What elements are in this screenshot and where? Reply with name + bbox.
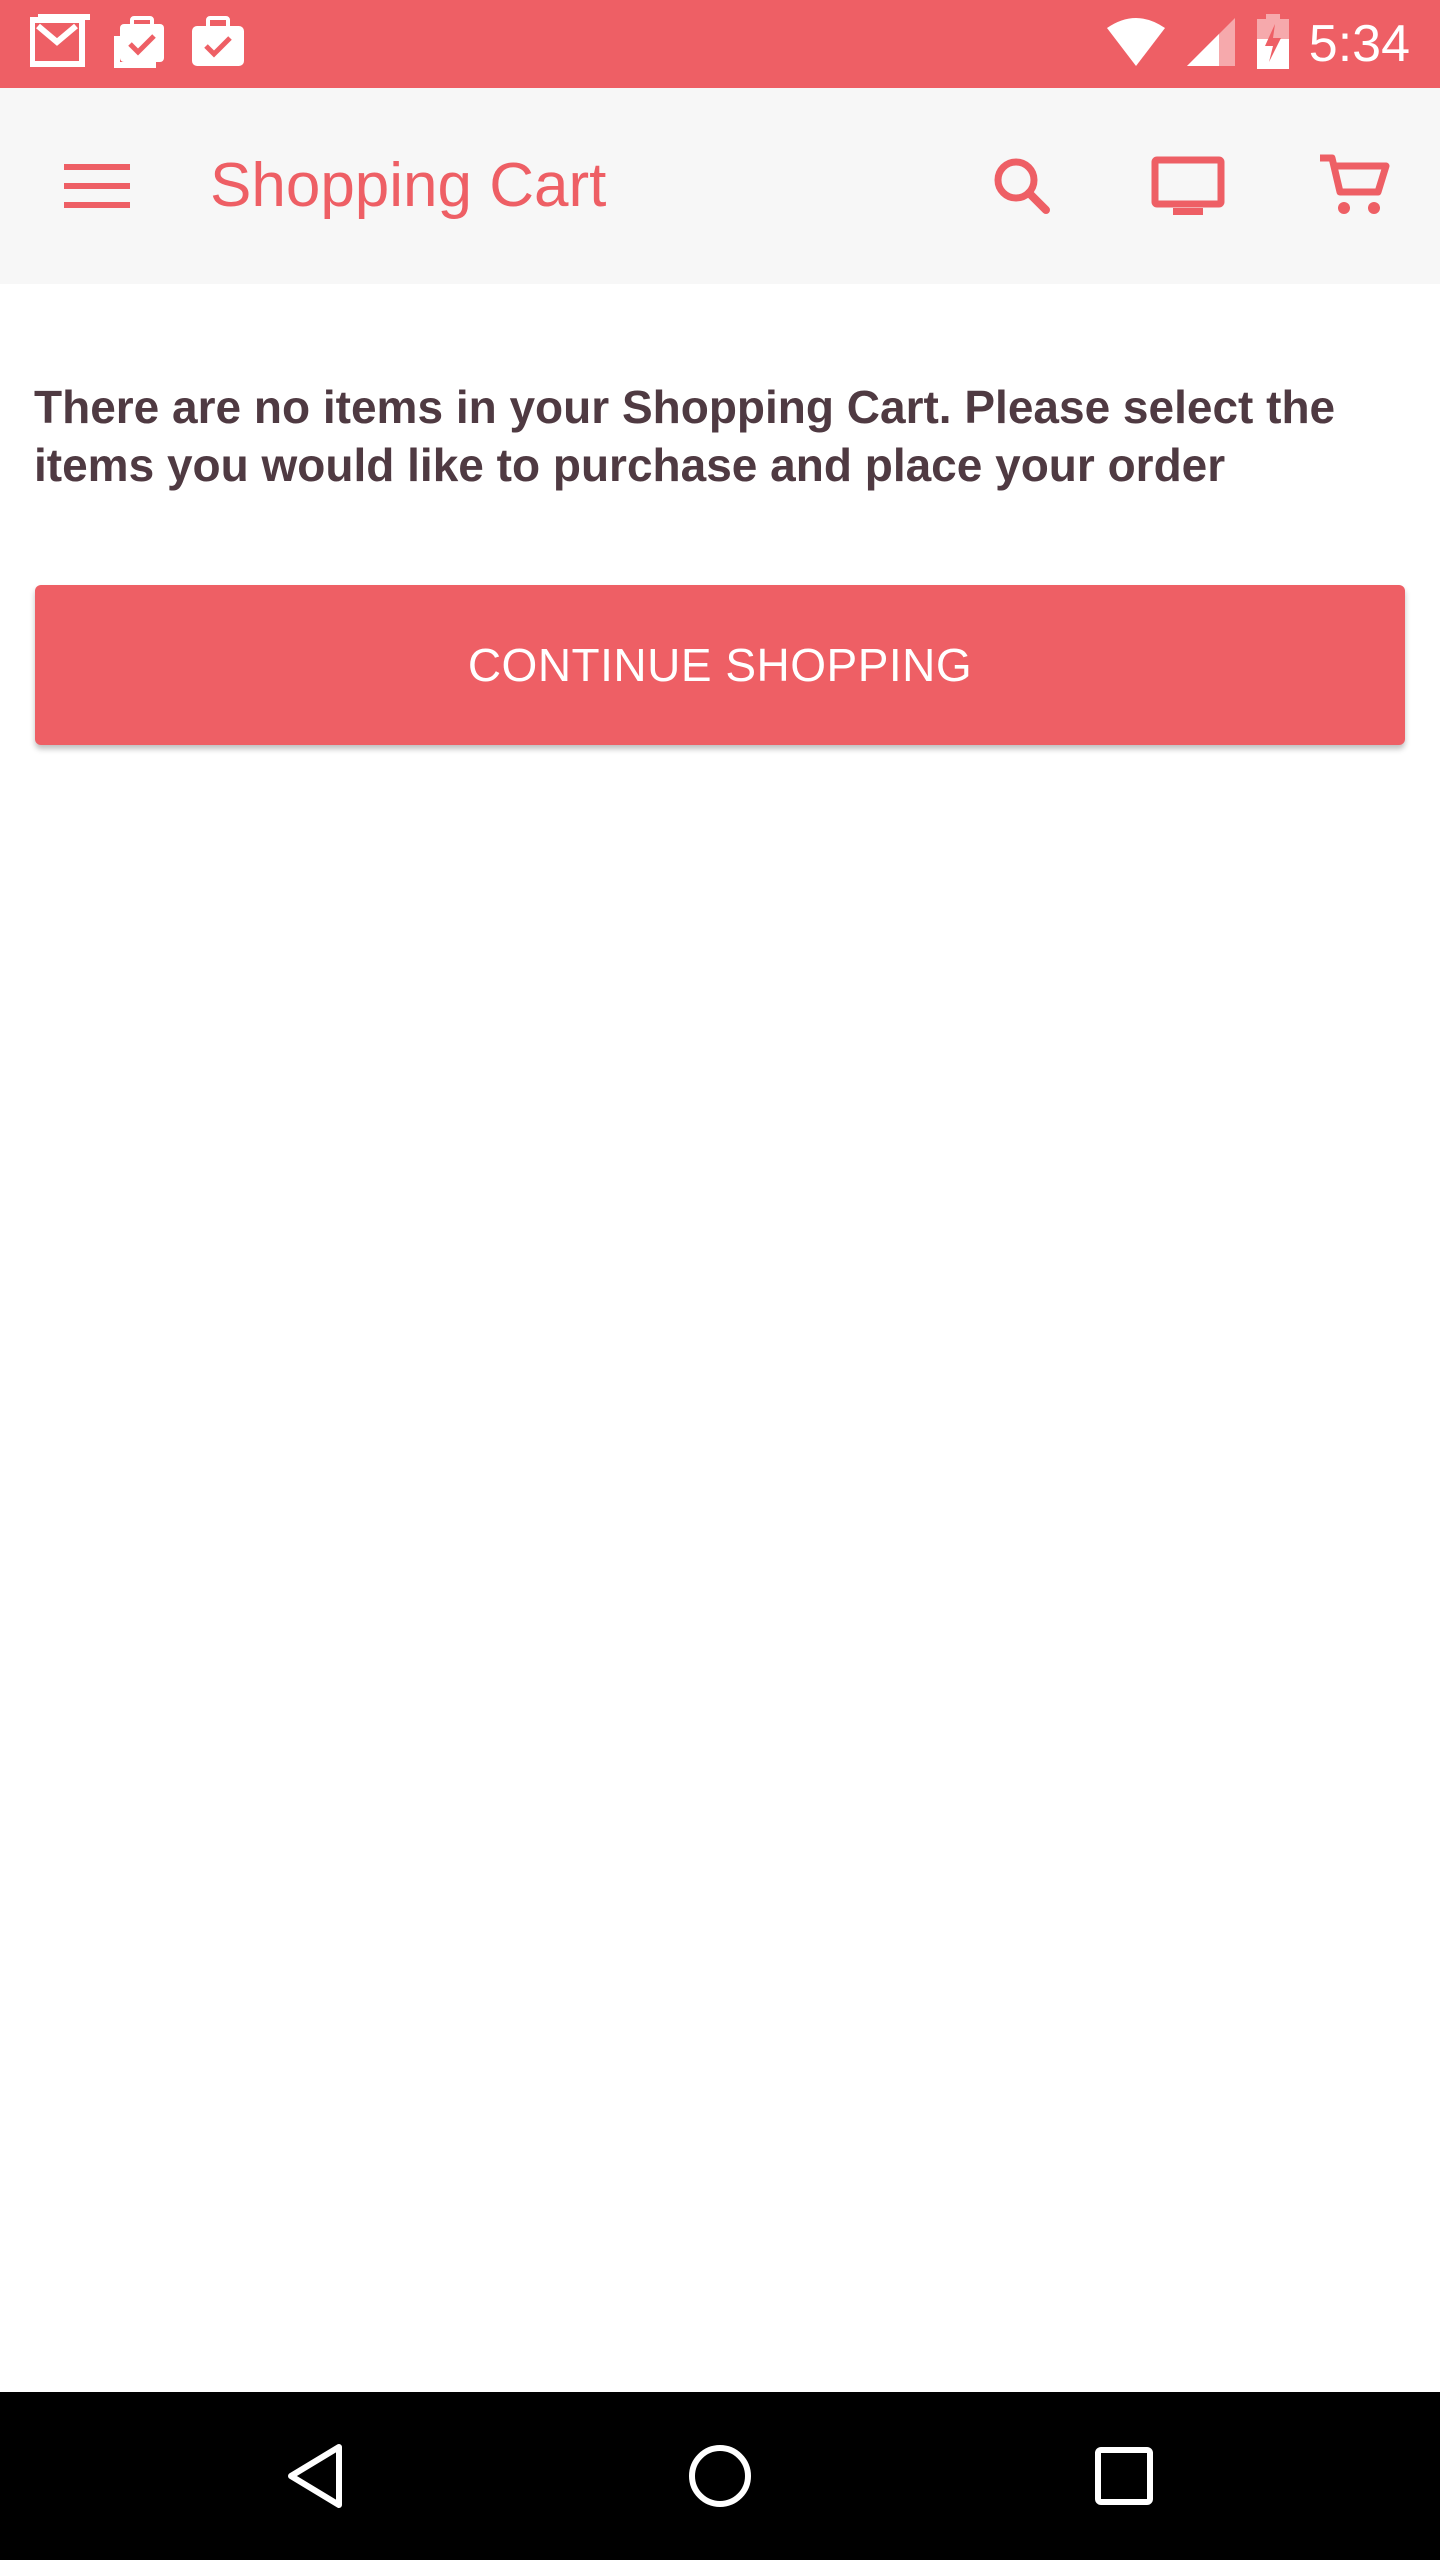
recents-button[interactable] xyxy=(1078,2430,1170,2522)
search-icon xyxy=(994,158,1050,214)
cart-button[interactable] xyxy=(1312,144,1396,228)
back-icon xyxy=(288,2444,342,2508)
status-bar: 5:34 xyxy=(0,0,1440,88)
battery-charging-icon xyxy=(1255,13,1291,75)
empty-cart-message: There are no items in your Shopping Cart… xyxy=(34,381,1336,491)
notification-icons xyxy=(29,14,246,75)
tv-icon xyxy=(1151,156,1225,215)
briefcase-check-icon xyxy=(190,14,246,75)
recents-icon xyxy=(1095,2447,1153,2505)
system-nav-bar xyxy=(0,2392,1440,2560)
system-status-icons: 5:34 xyxy=(1105,10,1410,78)
page-title: Shopping Cart xyxy=(210,151,607,220)
search-button[interactable] xyxy=(980,144,1064,228)
menu-icon xyxy=(64,164,130,208)
status-time: 5:34 xyxy=(1308,15,1410,73)
app-toolbar: Shopping Cart xyxy=(0,88,1440,284)
continue-shopping-button[interactable]: CONTINUE SHOPPING xyxy=(35,585,1405,745)
cell-signal-icon xyxy=(1185,16,1237,73)
wifi-icon xyxy=(1105,16,1167,73)
back-button[interactable] xyxy=(270,2430,362,2522)
cart-icon xyxy=(1320,154,1390,214)
home-icon xyxy=(689,2445,751,2507)
gmail-icon xyxy=(29,14,90,75)
home-button[interactable] xyxy=(674,2430,766,2522)
clipboard-check-icon xyxy=(112,14,168,75)
tv-button[interactable] xyxy=(1146,144,1230,228)
menu-button[interactable] xyxy=(58,146,138,226)
